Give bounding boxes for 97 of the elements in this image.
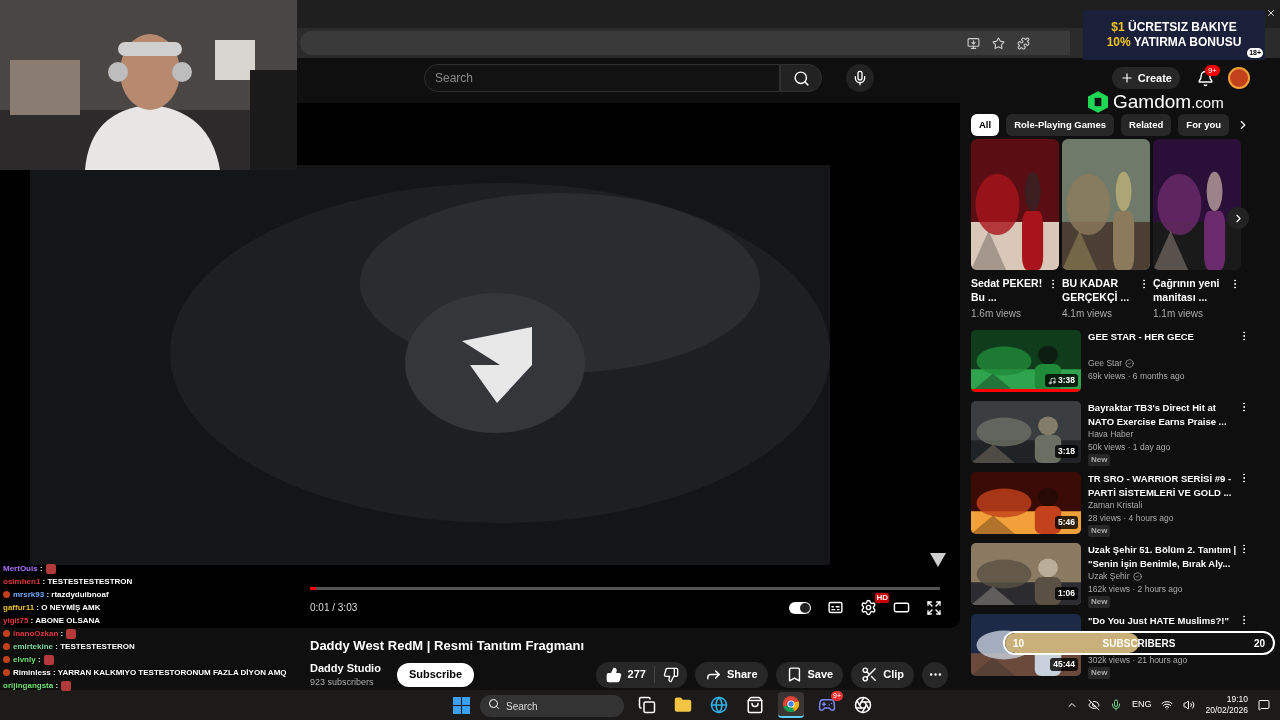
short-views: 1.6m views xyxy=(971,307,1022,321)
chat-message: MertOuis : xyxy=(3,563,56,575)
language-indicator[interactable]: ENG xyxy=(1131,698,1152,712)
bookmark-star-icon[interactable] xyxy=(992,36,1005,50)
new-badge: New xyxy=(1088,596,1111,608)
taskbar-app[interactable] xyxy=(778,692,804,718)
scissors-icon xyxy=(861,666,879,683)
channel-name[interactable]: Gee Star xyxy=(1088,357,1123,370)
ad-text: $1 ÜCRETSIZ BAKIYE xyxy=(1111,20,1237,35)
search-button[interactable] xyxy=(780,64,822,92)
quality-badge: HD xyxy=(875,593,889,603)
subscribe-button[interactable]: Subscribe xyxy=(396,662,475,687)
microphone-icon xyxy=(852,70,868,86)
time-display: 0:01 / 3:03 xyxy=(310,601,358,615)
new-badge: New xyxy=(1088,667,1111,679)
chat-message: Riminless : YARRAN KALKMIYO TESTESTORONUM FAZLA DİYON AMQ xyxy=(13,667,287,679)
wifi-icon[interactable] xyxy=(1161,699,1174,711)
subscriber-count: 923 subscribers xyxy=(310,676,375,689)
share-button[interactable]: Share xyxy=(694,661,768,688)
filter-chip[interactable]: For you xyxy=(1178,114,1230,136)
duration-label: 1:06 xyxy=(1055,587,1078,600)
goal-target: 20 xyxy=(1253,636,1265,651)
shopping-bag-icon xyxy=(746,696,764,714)
search-icon xyxy=(792,69,810,87)
channel-name[interactable]: Hava Haber xyxy=(1088,428,1134,441)
goal-current: 10 xyxy=(1013,636,1025,651)
short-views: 1.1m views xyxy=(1153,307,1204,321)
channel-name[interactable]: Uzak Şehir xyxy=(1088,570,1130,583)
chat-message: orijingangsta : xyxy=(3,680,72,692)
search-icon xyxy=(488,697,500,710)
eye-off-icon[interactable] xyxy=(1087,699,1100,711)
voice-search-button[interactable] xyxy=(846,64,874,92)
start-icon[interactable] xyxy=(453,696,470,714)
plus-icon xyxy=(1119,71,1134,85)
duration-label: 3:38 xyxy=(1045,374,1078,387)
video-title[interactable]: Bayraktar TB3's Direct Hit at NATO Exercise Earns Praise ... xyxy=(1088,401,1238,428)
chat-message: inanoOzkan : xyxy=(13,628,77,640)
video-title[interactable]: Uzak Şehir 51. Bölüm 2. Tanıtım | "Senin İşin Benimle, Bırak Aly... xyxy=(1088,543,1238,570)
filter-chip[interactable]: Role-Playing Games xyxy=(1006,114,1114,136)
video-title[interactable]: "Do You Just HATE Muslims?!" xyxy=(1088,614,1238,628)
short-views: 4.1m views xyxy=(1062,307,1113,321)
video-meta: 162k views · 2 hours ago xyxy=(1088,583,1184,596)
duration-label: 5:46 xyxy=(1055,516,1078,529)
filter-chip[interactable]: Related xyxy=(1121,114,1172,136)
thumbs-down-icon xyxy=(662,666,679,683)
task-view-icon xyxy=(638,696,656,714)
new-badge: New xyxy=(1088,525,1111,537)
chat-message: elvnly : xyxy=(13,654,54,666)
new-badge: New xyxy=(1088,454,1111,466)
video-title: Daddy West RedM | Resmi Tanıtım Fragmanı xyxy=(310,637,586,655)
short-title[interactable]: Çağrının yeni manitası ... xyxy=(1153,276,1229,304)
chat-message: emirtekine : TESTESTESTERON xyxy=(13,641,135,653)
chat-message: osimhen1 : TESTESTESTESTRON xyxy=(3,576,133,588)
duration-label: 45:44 xyxy=(1050,658,1078,671)
video-meta: 69k views · 6 months ago xyxy=(1088,370,1186,383)
extensions-icon[interactable] xyxy=(1017,36,1030,50)
avatar[interactable] xyxy=(1228,67,1250,89)
video-title[interactable]: TR SRO - WARRIOR SERİSİ #9 - PARTİ SİSTEMLERİ VE GOLD ... xyxy=(1088,472,1238,499)
captions-icon[interactable] xyxy=(827,599,844,616)
short-title[interactable]: BU KADAR GERÇEKÇİ ... xyxy=(1062,276,1138,304)
chat-message: yigit75 : ABONE OLSANA xyxy=(3,615,101,627)
folder-icon xyxy=(674,696,692,714)
microphone-icon[interactable] xyxy=(1109,699,1122,711)
progress-track[interactable] xyxy=(310,587,940,590)
video-meta: 28 views · 4 hours ago xyxy=(1088,512,1175,525)
video-title[interactable]: GEE STAR - HER GECE xyxy=(1088,330,1238,344)
aperture-icon xyxy=(854,696,872,714)
clip-button[interactable]: Clip xyxy=(851,661,914,688)
search-field[interactable]: Search xyxy=(424,64,780,92)
short-title[interactable]: Sedat PEKER! Bu ... xyxy=(971,276,1047,304)
save-button[interactable]: Save xyxy=(775,661,844,688)
video-meta: 302k views · 21 hours ago xyxy=(1088,654,1189,667)
filter-chip[interactable]: All xyxy=(971,114,1000,136)
volume-icon[interactable] xyxy=(1183,699,1196,711)
install-icon[interactable] xyxy=(967,36,980,50)
thumbs-up-icon xyxy=(605,666,622,683)
ad-text: 10% YATIRMA BONUSU xyxy=(1106,35,1242,50)
globe-icon xyxy=(710,696,728,714)
next-button[interactable] xyxy=(1227,207,1249,229)
chat-message: mrsrk93 : rtazdyduibnoaf xyxy=(13,589,109,601)
create-button[interactable]: Create xyxy=(1111,67,1180,89)
video-meta: 50k views · 1 day ago xyxy=(1088,441,1172,454)
channel-name[interactable]: Zaman Kristali xyxy=(1088,499,1143,512)
close-icon[interactable] xyxy=(1266,8,1276,18)
chat-message: gaffur11 : O NEYMİŞ AMK xyxy=(3,602,101,614)
notification-icon[interactable] xyxy=(1258,699,1270,711)
gamepad-icon xyxy=(818,696,836,714)
settings-icon[interactable] xyxy=(860,599,877,616)
sponsor-name: Gamdom.com xyxy=(1113,90,1224,114)
duration-label: 3:18 xyxy=(1055,445,1078,458)
fullscreen-icon[interactable] xyxy=(926,599,942,616)
clock[interactable]: 19:10 20/02/2026 xyxy=(1205,694,1248,716)
notification-badge: 9+ xyxy=(1204,65,1220,76)
more-actions-button[interactable] xyxy=(922,661,948,688)
browser-icon xyxy=(782,695,800,713)
channel-name[interactable]: Daddy Studio xyxy=(310,659,381,676)
taskbar-search-field[interactable]: Search xyxy=(480,695,624,718)
